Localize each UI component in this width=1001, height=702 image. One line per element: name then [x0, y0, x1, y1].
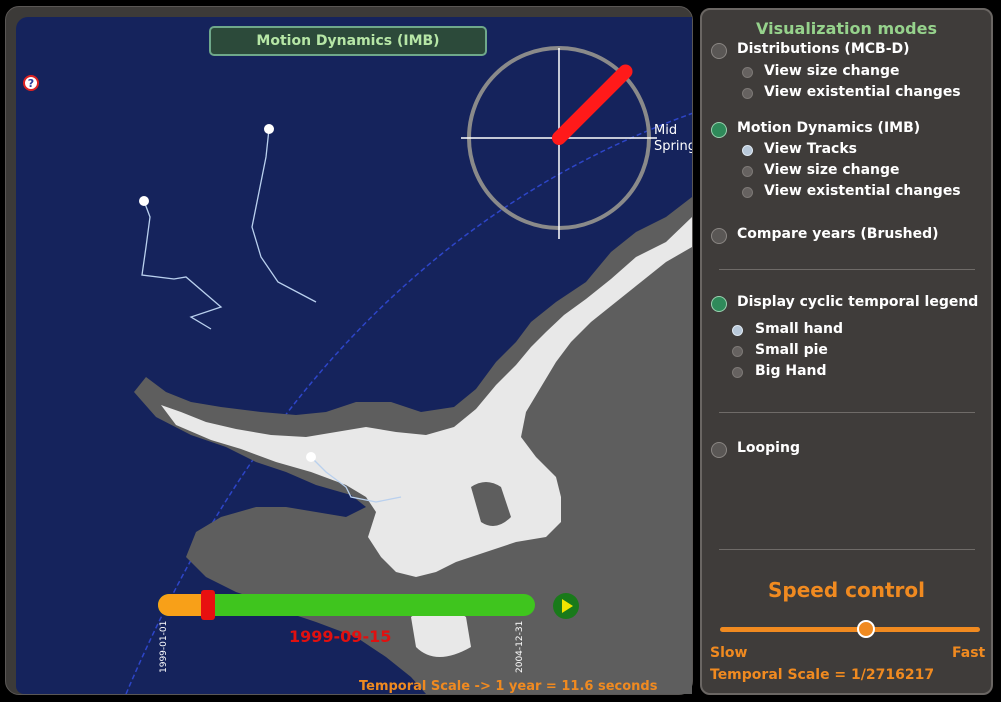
- divider: [719, 412, 975, 413]
- map-panel: Motion Dynamics (IMB) ? Mid Spring 1999-…: [5, 6, 693, 695]
- radio-motion[interactable]: [711, 122, 727, 138]
- radio-legend[interactable]: [711, 296, 727, 312]
- radio-distributions[interactable]: [711, 43, 727, 59]
- option-legend[interactable]: Display cyclic temporal legend: [737, 294, 978, 310]
- option-dist-size[interactable]: View size change: [764, 63, 900, 79]
- mode-title: Motion Dynamics (IMB): [209, 26, 487, 56]
- track-endpoint: [306, 452, 316, 462]
- speed-slider-thumb[interactable]: [856, 620, 875, 638]
- option-motion[interactable]: Motion Dynamics (IMB): [737, 120, 920, 136]
- speed-temporal-scale: Temporal Scale = 1/2716217: [710, 667, 935, 683]
- panel-title: Visualization modes: [756, 19, 937, 38]
- season-label-line2: Spring: [654, 139, 692, 154]
- divider: [719, 269, 975, 270]
- divider: [719, 549, 975, 550]
- track-endpoint: [139, 196, 149, 206]
- radio-looping[interactable]: [711, 442, 727, 458]
- option-small-pie[interactable]: Small pie: [755, 342, 828, 358]
- clock-hand: [552, 64, 633, 145]
- current-date: 1999-09-15: [289, 627, 392, 646]
- timeline-thumb[interactable]: [201, 590, 216, 620]
- option-motion-size[interactable]: View size change: [764, 162, 900, 178]
- timeline-start-date: 1999-01-01: [159, 620, 169, 673]
- radio-dist-size[interactable]: [742, 67, 753, 78]
- option-big-hand[interactable]: Big Hand: [755, 363, 827, 379]
- map-graphics: [125, 46, 692, 694]
- ice-track-1: [251, 128, 317, 303]
- track-endpoint: [264, 124, 274, 134]
- speed-slider-track[interactable]: [720, 627, 980, 632]
- radio-small-hand[interactable]: [732, 325, 743, 336]
- map-view[interactable]: Motion Dynamics (IMB) ? Mid Spring 1999-…: [16, 17, 692, 694]
- fast-label: Fast: [952, 645, 986, 661]
- season-label: Mid Spring: [654, 123, 692, 155]
- option-motion-existential[interactable]: View existential changes: [764, 183, 961, 199]
- option-motion-tracks[interactable]: View Tracks: [764, 141, 857, 157]
- slow-label: Slow: [710, 645, 748, 661]
- play-button[interactable]: [553, 593, 579, 619]
- ice-track-2: [141, 200, 223, 330]
- help-icon[interactable]: ?: [23, 75, 39, 91]
- radio-small-pie[interactable]: [732, 346, 743, 357]
- timeline-end-date: 2004-12-31: [515, 620, 525, 673]
- play-icon: [562, 599, 573, 613]
- option-distributions[interactable]: Distributions (MCB-D): [737, 41, 910, 57]
- radio-dist-existential[interactable]: [742, 88, 753, 99]
- temporal-scale-text: Temporal Scale -> 1 year = 11.6 seconds: [359, 679, 658, 694]
- radio-big-hand[interactable]: [732, 367, 743, 378]
- radio-motion-existential[interactable]: [742, 187, 753, 198]
- visualization-panel: Visualization modes Distributions (MCB-D…: [700, 8, 993, 695]
- option-dist-existential[interactable]: View existential changes: [764, 84, 961, 100]
- radio-motion-size[interactable]: [742, 166, 753, 177]
- radio-motion-tracks[interactable]: [742, 145, 753, 156]
- option-compare[interactable]: Compare years (Brushed): [737, 226, 939, 242]
- season-label-line1: Mid: [654, 123, 678, 138]
- speed-control-title: Speed control: [768, 578, 925, 602]
- option-looping[interactable]: Looping: [737, 440, 800, 456]
- temporal-clock-legend: [461, 46, 657, 239]
- radio-compare[interactable]: [711, 228, 727, 244]
- option-small-hand[interactable]: Small hand: [755, 321, 843, 337]
